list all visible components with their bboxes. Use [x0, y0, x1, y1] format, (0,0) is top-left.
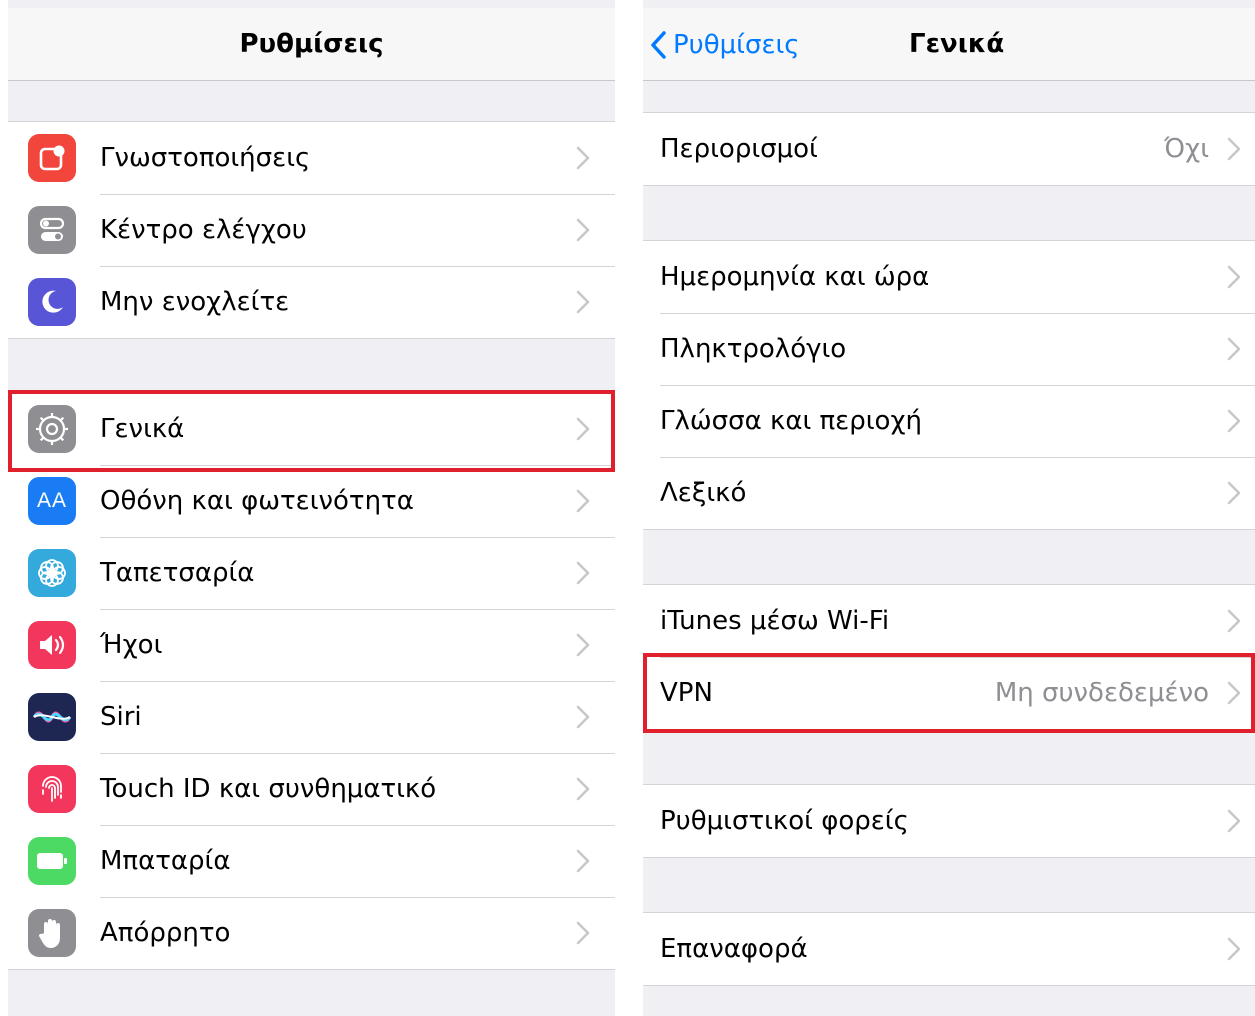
settings-group: Ρυθμιστικοί φορείς	[643, 784, 1255, 858]
chevron-right-icon	[576, 417, 590, 441]
settings-row[interactable]: iTunes μέσω Wi-Fi	[643, 585, 1255, 657]
chevron-right-icon	[576, 777, 590, 801]
settings-row[interactable]: Μην ενοχλείτε	[8, 266, 615, 338]
page-title: Ρυθμίσεις	[239, 29, 384, 59]
settings-row[interactable]: Ρυθμιστικοί φορείς	[643, 785, 1255, 857]
display-brightness-icon: AA	[28, 477, 76, 525]
chevron-right-icon	[576, 146, 590, 170]
settings-row-label: Κέντρο ελέγχου	[100, 215, 307, 245]
settings-row-label: Γενικά	[100, 414, 185, 444]
chevron-right-icon	[576, 849, 590, 873]
chevron-right-icon	[1227, 609, 1241, 633]
navigation-bar: Ρυθμίσεις Γενικά	[643, 8, 1255, 81]
settings-row[interactable]: Πληκτρολόγιο	[643, 313, 1255, 385]
fingerprint-icon	[28, 765, 76, 813]
settings-group: Περιορισμοί Όχι	[643, 112, 1255, 186]
settings-row-label: Ημερομηνία και ώρα	[660, 262, 930, 292]
settings-row[interactable]: Γνωστοποιήσεις	[8, 122, 615, 194]
siri-icon	[28, 693, 76, 741]
chevron-right-icon	[576, 489, 590, 513]
notifications-icon	[28, 134, 76, 182]
gear-icon	[28, 405, 76, 453]
settings-row-label: Απόρρητο	[100, 918, 231, 948]
chevron-right-icon	[576, 633, 590, 657]
chevron-right-icon	[576, 218, 590, 242]
hand-icon	[28, 909, 76, 957]
settings-group: iTunes μέσω Wi-Fi VPN Μη συνδεδεμένο	[643, 584, 1255, 730]
settings-row[interactable]: Απόρρητο	[8, 897, 615, 969]
settings-row[interactable]: Λεξικό	[643, 457, 1255, 529]
settings-row-label: Ρυθμιστικοί φορείς	[660, 806, 909, 836]
settings-row[interactable]: Περιορισμοί Όχι	[643, 113, 1255, 185]
settings-row-label: Επαναφορά	[660, 934, 808, 964]
settings-row[interactable]: VPN Μη συνδεδεμένο	[643, 657, 1255, 729]
settings-row-label: Περιορισμοί	[660, 134, 818, 164]
chevron-right-icon	[1227, 337, 1241, 361]
page-title: Γενικά	[909, 29, 1005, 59]
chevron-right-icon	[576, 290, 590, 314]
settings-row-label: Οθόνη και φωτεινότητα	[100, 486, 414, 516]
settings-row-label: VPN	[660, 678, 713, 708]
settings-row-label: Siri	[100, 702, 142, 732]
settings-row-label: Γνωστοποιήσεις	[100, 143, 311, 173]
back-button[interactable]: Ρυθμίσεις	[649, 8, 800, 81]
chevron-right-icon	[1227, 137, 1241, 161]
settings-row-label: Λεξικό	[660, 478, 747, 508]
chevron-right-icon	[1227, 809, 1241, 833]
chevron-right-icon	[576, 921, 590, 945]
wallpaper-flower-icon	[28, 549, 76, 597]
settings-row-label: Μην ενοχλείτε	[100, 287, 290, 317]
settings-group: Γνωστοποιήσεις Κέντρο ελέγχου Μην ενοχλείτ…	[8, 121, 615, 339]
settings-row[interactable]: Ήχοι	[8, 609, 615, 681]
settings-row[interactable]: Κέντρο ελέγχου	[8, 194, 615, 266]
settings-row-label: Touch ID και συνθηματικό	[100, 774, 437, 804]
navigation-bar: Ρυθμίσεις	[8, 8, 615, 81]
settings-row[interactable]: Touch ID και συνθηματικό	[8, 753, 615, 825]
settings-row-label: Πληκτρολόγιο	[660, 334, 847, 364]
speaker-icon	[28, 621, 76, 669]
settings-row[interactable]: Γλώσσα και περιοχή	[643, 385, 1255, 457]
settings-row-value: Όχι	[1164, 134, 1209, 164]
settings-row-label: Μπαταρία	[100, 846, 231, 876]
settings-row[interactable]: Ταπετσαρία	[8, 537, 615, 609]
chevron-right-icon	[1227, 937, 1241, 961]
chevron-left-icon	[651, 30, 666, 59]
chevron-right-icon	[1227, 681, 1241, 705]
settings-row[interactable]: AA Οθόνη και φωτεινότητα	[8, 465, 615, 537]
general-settings-screen: Ρυθμίσεις Γενικά Περιορισμοί Όχι Ημερομηνί…	[643, 0, 1255, 1016]
settings-row[interactable]: Ημερομηνία και ώρα	[643, 241, 1255, 313]
battery-icon	[28, 837, 76, 885]
settings-row-value: Μη συνδεδεμένο	[994, 678, 1209, 708]
settings-row[interactable]: Γενικά	[8, 393, 615, 465]
settings-row-label: Ταπετσαρία	[100, 558, 255, 588]
settings-group: Γενικά AA Οθόνη και φωτεινότητα Ταπετσαρία Ή…	[8, 392, 615, 970]
chevron-right-icon	[576, 705, 590, 729]
chevron-right-icon	[1227, 409, 1241, 433]
control-center-icon	[28, 206, 76, 254]
chevron-right-icon	[1227, 265, 1241, 289]
settings-row[interactable]: Μπαταρία	[8, 825, 615, 897]
chevron-right-icon	[1227, 481, 1241, 505]
settings-row[interactable]: Siri	[8, 681, 615, 753]
back-button-label: Ρυθμίσεις	[673, 29, 800, 60]
settings-group: Ημερομηνία και ώρα Πληκτρολόγιο Γλώσσα και…	[643, 240, 1255, 530]
settings-row-label: iTunes μέσω Wi-Fi	[660, 606, 890, 636]
chevron-right-icon	[576, 561, 590, 585]
settings-row-label: Ήχοι	[100, 630, 163, 660]
settings-group: Επαναφορά	[643, 912, 1255, 986]
moon-icon	[28, 278, 76, 326]
settings-screen: Ρυθμίσεις Γνωστοποιήσεις Κέντρο ελέγχου Μη…	[8, 0, 615, 1016]
settings-row[interactable]: Επαναφορά	[643, 913, 1255, 985]
settings-row-label: Γλώσσα και περιοχή	[660, 406, 922, 436]
